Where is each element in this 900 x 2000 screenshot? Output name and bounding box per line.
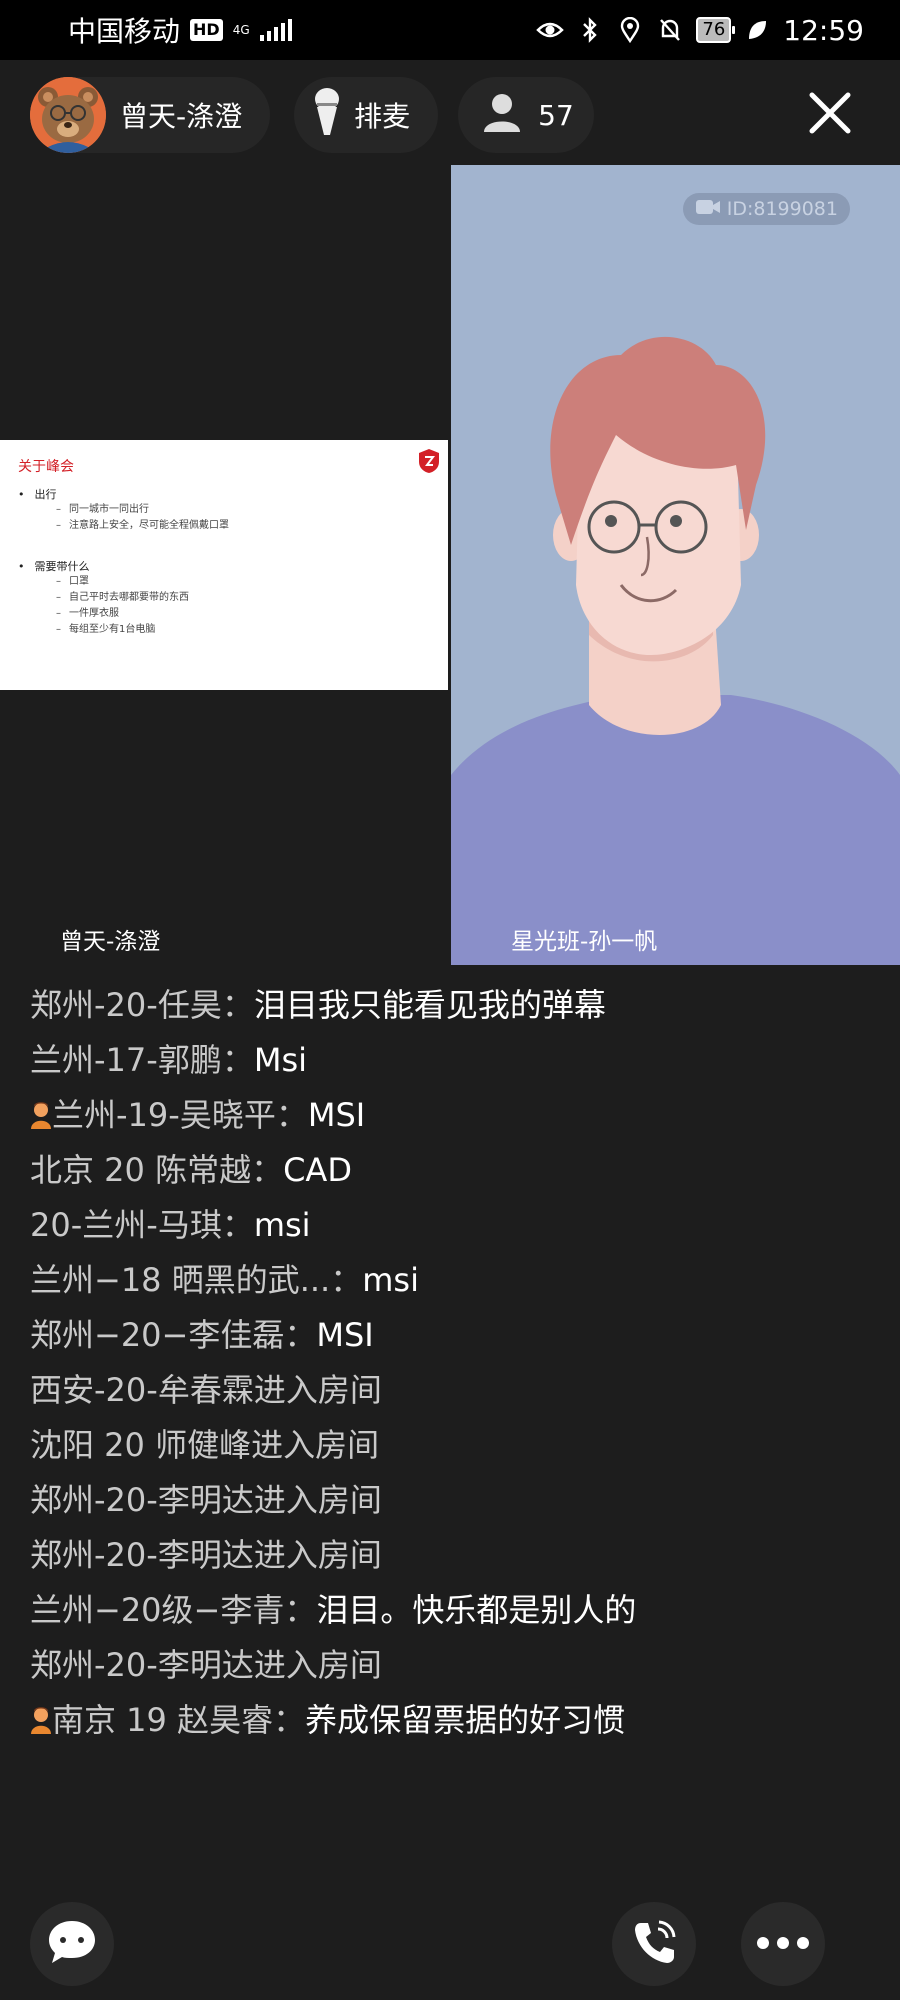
guest-caption: 星光班-孙一帆 xyxy=(511,929,658,955)
person-icon xyxy=(482,92,522,139)
chat-message: 20-兰州-马琪：msi xyxy=(30,1205,650,1245)
mic-queue-label: 排麦 xyxy=(354,100,411,133)
chat-message: 兰州-17-郭鹏：Msi xyxy=(30,1040,650,1080)
host-avatar[interactable] xyxy=(30,77,106,153)
chat-nick[interactable]: 郑州-20-李明达进入房间 xyxy=(30,1536,382,1574)
chat-nick[interactable]: 兰州-19-吴晓平： xyxy=(52,1096,308,1134)
chat-text: 泪目。快乐都是别人的 xyxy=(316,1591,637,1629)
video-id-badge: ID:8199081 xyxy=(682,193,850,225)
status-bar: 中国移动 HD 4G 76 12:59 xyxy=(0,0,900,60)
chat-nick[interactable]: 西安-20-牟春霖进入房间 xyxy=(30,1371,382,1409)
slide-bullets: 出行 同一城市一同出行 注意路上安全，尽可能全程佩戴口罩 需要带什么 口罩 自己… xyxy=(18,486,430,638)
chat-nick[interactable]: 郑州-20-李明达进入房间 xyxy=(30,1646,382,1684)
mic-queue-button[interactable]: 排麦 xyxy=(294,77,439,153)
signal-icon xyxy=(259,19,292,41)
carrier-name: 中国移动 xyxy=(68,15,181,48)
chat-message: 郑州-20-李明达进入房间 xyxy=(30,1645,650,1685)
chat-message: 兰州-19-吴晓平：MSI xyxy=(30,1095,650,1135)
slide-sub-bullet: 注意路上安全，尽可能全程佩戴口罩 xyxy=(56,518,430,534)
hd-badge: HD xyxy=(190,19,223,41)
chat-nick[interactable]: 兰州−18 晒黑的武...： xyxy=(30,1261,362,1299)
user-badge-icon xyxy=(30,1098,52,1129)
chat-text: msi xyxy=(253,1206,311,1244)
chat-nick[interactable]: 郑州−20−李佳磊： xyxy=(30,1316,316,1354)
viewer-count-pill[interactable]: 57 xyxy=(458,77,594,153)
chat-text: CAD xyxy=(283,1151,352,1189)
viewer-count: 57 xyxy=(538,98,574,132)
host-caption: 曾天-涤澄 xyxy=(60,929,161,955)
guest-video[interactable]: ID:8199081 星光班-孙一帆 xyxy=(451,165,900,965)
chat-nick[interactable]: 郑州-20-任昊： xyxy=(30,986,254,1024)
chat-text: 泪目我只能看见我的弹幕 xyxy=(253,986,606,1024)
user-badge-icon xyxy=(30,1703,52,1734)
guest-avatar-illustration xyxy=(451,165,900,965)
chat-list[interactable]: 郑州-20-任昊：泪目我只能看见我的弹幕 兰州-17-郭鹏：Msi 兰州-19-吴晓… xyxy=(30,985,650,1755)
chat-message: 郑州−20−李佳磊：MSI xyxy=(30,1315,650,1355)
slide-title: 关于峰会 xyxy=(18,459,74,475)
host-name: 曾天-涤澄 xyxy=(120,100,243,133)
more-dots-icon xyxy=(756,1935,810,1954)
chat-text: 养成保留票据的好习惯 xyxy=(305,1701,626,1739)
clock: 12:59 xyxy=(783,13,864,47)
chat-text: MSI xyxy=(307,1096,366,1134)
chat-nick[interactable]: 南京 19 赵昊睿： xyxy=(52,1701,305,1739)
network-type: 4G xyxy=(232,23,250,37)
eye-icon xyxy=(536,16,565,44)
slide-bullet: 出行 xyxy=(18,486,430,502)
chat-text: MSI xyxy=(316,1316,374,1354)
chat-nick[interactable]: 北京 20 陈常越： xyxy=(30,1151,283,1189)
chat-nick[interactable]: 20-兰州-马琪： xyxy=(30,1206,254,1244)
host-pill[interactable]: 曾天-涤澄 xyxy=(30,77,271,153)
chat-message: 郑州-20-李明达进入房间 xyxy=(30,1535,650,1575)
slide-bullet: 需要带什么 xyxy=(18,558,430,574)
live-stage: 关于峰会 出行 同一城市一同出行 注意路上安全，尽可能全程佩戴口罩 需要带什么 … xyxy=(0,165,900,965)
chat-message: 郑州-20-任昊：泪目我只能看见我的弹幕 xyxy=(30,985,650,1025)
video-id: ID:8199081 xyxy=(726,198,838,220)
call-button[interactable] xyxy=(612,1902,696,1986)
chat-nick[interactable]: 沈阳 20 师健峰进入房间 xyxy=(30,1426,379,1464)
chat-nick[interactable]: 兰州−20级−李青： xyxy=(30,1591,316,1629)
slide-sub-bullet: 口罩 xyxy=(56,574,430,590)
battery-indicator: 76 xyxy=(696,17,736,43)
microphone-icon xyxy=(314,87,340,144)
close-icon xyxy=(808,91,852,139)
chat-message: 北京 20 陈常越：CAD xyxy=(30,1150,650,1190)
slide-sub-bullet: 每组至少有1台电脑 xyxy=(56,622,430,638)
chat-text: msi xyxy=(362,1261,419,1299)
room-top-bar: 曾天-涤澄 排麦 57 xyxy=(0,60,900,170)
slide-sub-bullet: 自己平时去哪都要带的东西 xyxy=(56,590,430,606)
more-button[interactable] xyxy=(741,1902,825,1986)
status-right: 76 12:59 xyxy=(536,14,864,47)
slide-sub-bullet: 同一城市一同出行 xyxy=(56,502,430,518)
location-icon xyxy=(616,16,644,44)
msi-logo-icon xyxy=(418,448,440,474)
leaf-icon xyxy=(743,16,771,44)
chat-nick[interactable]: 郑州-20-李明达进入房间 xyxy=(30,1481,382,1519)
chat-message: 兰州−20级−李青：泪目。快乐都是别人的 xyxy=(30,1590,650,1630)
close-button[interactable] xyxy=(800,85,860,145)
bluetooth-icon xyxy=(576,16,604,44)
chat-text: Msi xyxy=(253,1041,307,1079)
chat-message: 南京 19 赵昊睿：养成保留票据的好习惯 xyxy=(30,1700,650,1740)
mute-bell-icon xyxy=(656,16,684,44)
phone-call-icon xyxy=(629,1917,679,1971)
chat-message: 兰州−18 晒黑的武...：msi xyxy=(30,1260,650,1300)
chat-nick[interactable]: 兰州-17-郭鹏： xyxy=(30,1041,254,1079)
comment-button[interactable] xyxy=(30,1902,114,1986)
slide-sub-bullet: 一件厚衣服 xyxy=(56,606,430,622)
status-left: 中国移动 HD 4G xyxy=(68,10,292,50)
chat-message: 西安-20-牟春霖进入房间 xyxy=(30,1370,650,1410)
shared-slide[interactable]: 关于峰会 出行 同一城市一同出行 注意路上安全，尽可能全程佩戴口罩 需要带什么 … xyxy=(0,440,448,690)
chat-message: 郑州-20-李明达进入房间 xyxy=(30,1480,650,1520)
chat-message: 沈阳 20 师健峰进入房间 xyxy=(30,1425,650,1465)
speech-bubble-icon xyxy=(46,1918,98,1970)
video-camera-icon xyxy=(695,198,721,221)
